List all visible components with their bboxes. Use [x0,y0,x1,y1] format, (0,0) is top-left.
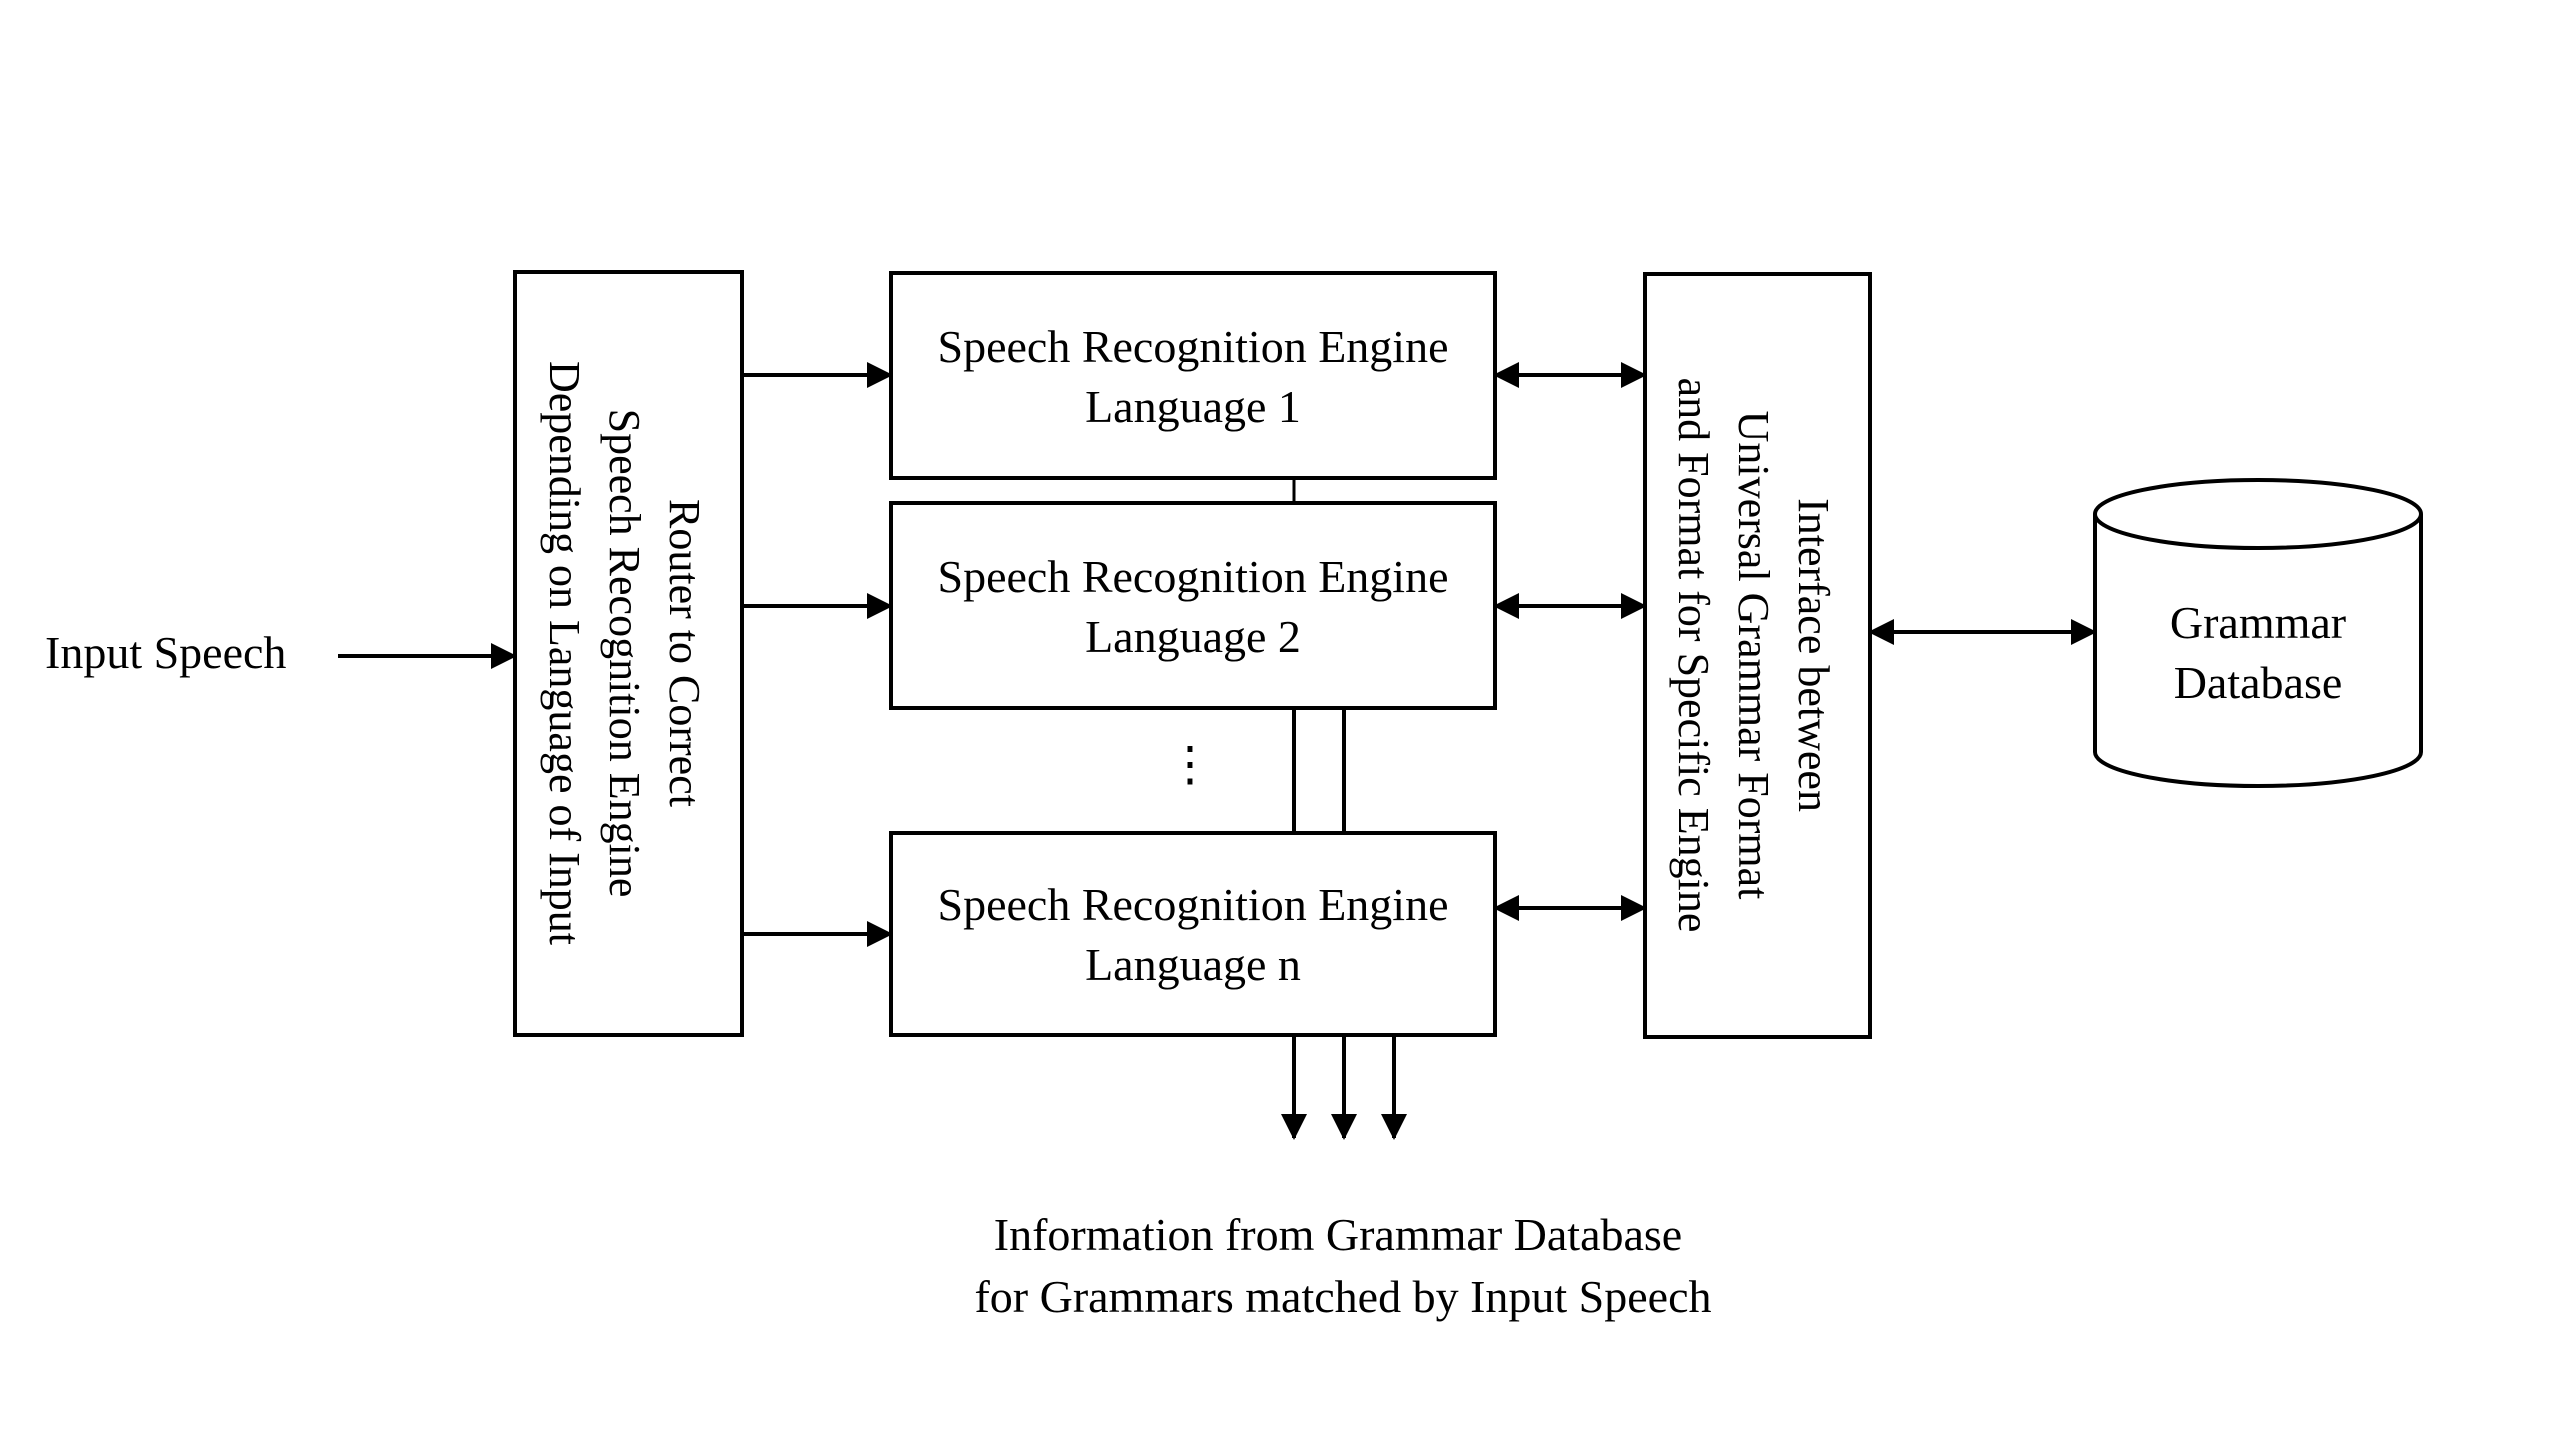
engine-box-1 [889,271,1497,480]
engine-2-line-2: Language 2 [1085,611,1301,662]
interface-line-1: Interface between [1789,498,1838,812]
router-line-2: Speech Recognition Engine [600,409,649,898]
diagram: Input Speech Router to Correct Speech Re… [45,270,2423,1322]
engine-n-line-2: Language n [1085,939,1301,990]
engine-1-line-2: Language 1 [1085,381,1301,432]
input-speech-label: Input Speech [45,627,286,678]
engine-n-line-1: Speech Recognition Engine [938,879,1449,930]
engine-1-line-1: Speech Recognition Engine [938,321,1449,372]
router-line-3: Depending on Language of Input [540,361,589,945]
database-line-1: Grammar [2170,597,2346,648]
engine-box-n [889,831,1497,1037]
database-line-2: Database [2174,657,2343,708]
router-line-1: Router to Correct [660,499,709,807]
output-line-1: Information from Grammar Database [994,1209,1682,1260]
output-line-2: for Grammars matched by Input Speech [974,1271,1711,1322]
engine-2-line-1: Speech Recognition Engine [938,551,1449,602]
interface-line-3: and Format for Specific Engine [1669,378,1718,933]
engine-box-2 [889,501,1497,710]
interface-line-2: Universal Grammar Format [1729,411,1778,900]
ellipsis: ⋮ [1166,738,1214,791]
